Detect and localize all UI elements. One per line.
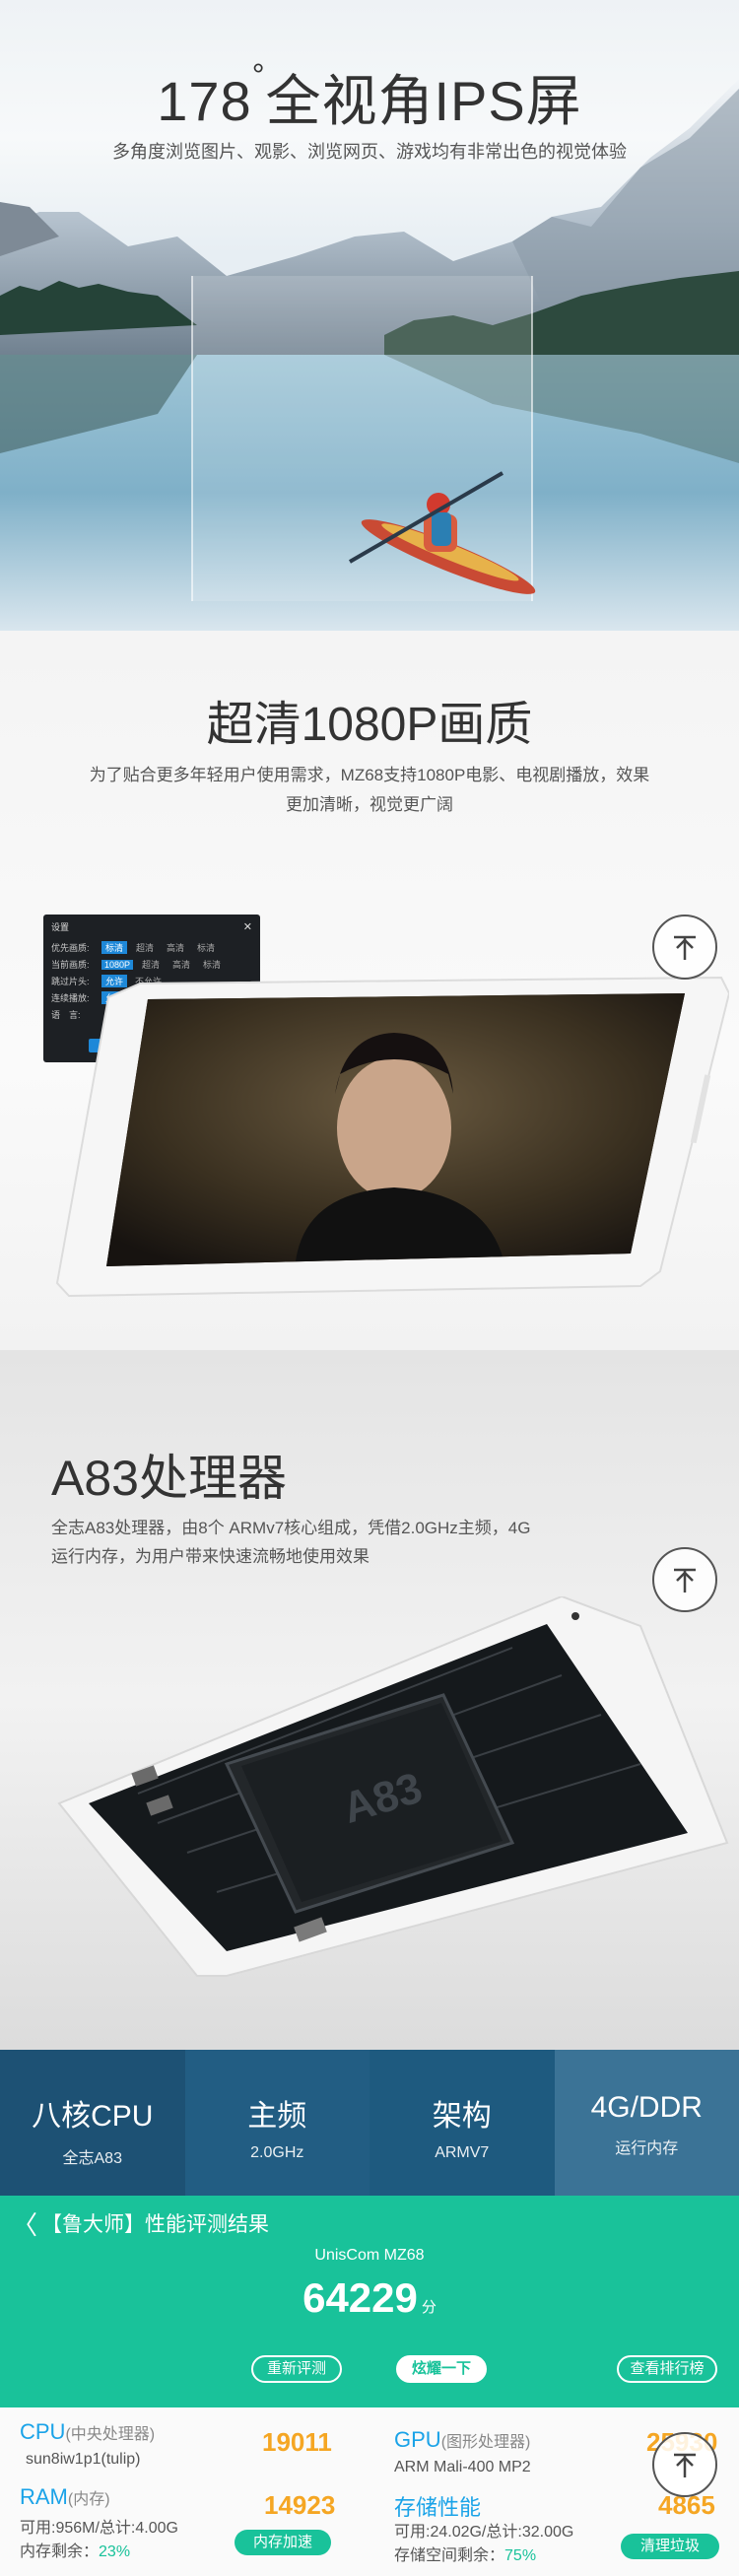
scroll-top-button[interactable] — [652, 2432, 717, 2497]
specs-bar: 八核CPU 全志A83 主频 2.0GHz 架构 ARMV7 4G/DDR 运行内存 — [0, 2050, 739, 2196]
chip-title: A83处理器 — [51, 1451, 287, 1506]
chip-subtitle: 全志A83处理器，由8个 ARMv7核心组成，凭借2.0GHz主频，4G运行内存… — [51, 1519, 531, 1566]
score-value: 64229 — [302, 2274, 418, 2321]
ips-title: 178°全视角IPS屏 — [157, 57, 582, 132]
ram-detail: 可用:956M/总计:4.00G — [20, 2520, 178, 2537]
settings-option[interactable]: 高清 — [168, 958, 194, 971]
ips-section: 178°全视角IPS屏 多角度浏览图片、观影、浏览网页、游戏均有非常出色的视觉体… — [0, 0, 739, 631]
arrow-up-icon — [674, 935, 696, 960]
hd-subtitle: 为了贴合更多年轻用户使用需求，MZ68支持1080P电影、电视剧播放，效果更加清… — [89, 766, 650, 814]
ips-subtitle: 多角度浏览图片、观影、浏览网页、游戏均有非常出色的视觉体验 — [112, 142, 627, 162]
spec-item: 架构 ARMV7 — [370, 2050, 555, 2196]
gpu-label: GPU(图形处理器) — [394, 2427, 531, 2452]
settings-row-label: 当前画质: — [51, 960, 90, 970]
retest-button[interactable]: 重新评测 — [251, 2355, 342, 2383]
spec-item: 主频 2.0GHz — [184, 2050, 370, 2196]
spec-title: 架构 — [432, 2100, 492, 2133]
spec-title: 主频 — [247, 2100, 307, 2133]
benchmark-header: 【鲁大师】性能评测结果 — [41, 2213, 269, 2236]
gpu-name: ARM Mali-400 MP2 — [394, 2459, 531, 2475]
spec-item: 4G/DDR 运行内存 — [554, 2050, 739, 2196]
tablet-video-image — [55, 976, 729, 1298]
cpu-name: sun8iw1p1(tulip) — [26, 2451, 141, 2468]
arrow-up-icon — [674, 2453, 696, 2477]
ram-label: RAM(内存) — [20, 2484, 110, 2509]
total-score: 64229 分 — [0, 2274, 739, 2322]
settings-option[interactable]: 高清 — [163, 941, 188, 954]
ram-score: 14923 — [264, 2490, 336, 2520]
settings-option[interactable]: 1080P — [101, 959, 134, 970]
spec-title: 4G/DDR — [590, 2091, 703, 2124]
device-model: UnisCom MZ68 — [314, 2247, 425, 2264]
ram-remain: 内存剩余：23% — [20, 2543, 131, 2560]
spec-value: 2.0GHz — [250, 2144, 304, 2161]
tablet-chip-image: A83 — [57, 1596, 729, 1977]
scroll-top-button[interactable] — [652, 915, 717, 980]
show-off-button[interactable]: 炫耀一下 — [396, 2355, 487, 2383]
settings-row: 优先画质: 标清 超清 高清 标清 — [51, 939, 252, 956]
storage-remain: 存储空间剩余：75% — [394, 2547, 537, 2564]
spec-title: 八核CPU — [32, 2100, 154, 2133]
clean-junk-button[interactable]: 清理垃圾 — [621, 2534, 719, 2559]
chip-section: A83处理器 全志A83处理器，由8个 ARMv7核心组成，凭借2.0GHz主频… — [0, 1350, 739, 2050]
spec-value: 运行内存 — [615, 2140, 679, 2157]
settings-option[interactable]: 标清 — [199, 958, 225, 971]
settings-option[interactable]: 标清 — [101, 941, 127, 954]
settings-option[interactable]: 超清 — [138, 958, 164, 971]
settings-option[interactable]: 标清 — [193, 941, 219, 954]
score-unit: 分 — [421, 2299, 437, 2316]
spec-value: 全志A83 — [62, 2150, 122, 2167]
benchmark-panel: 〈 【鲁大师】性能评测结果 UnisCom MZ68 64229 分 重新评测 炫… — [0, 2196, 739, 2407]
cpu-score: 19011 — [262, 2427, 332, 2457]
spec-item: 八核CPU 全志A83 — [0, 2050, 185, 2196]
storage-detail: 可用:24.02G/总计:32.00G — [394, 2524, 574, 2541]
arrow-up-icon — [674, 1568, 696, 1593]
ranking-button[interactable]: 查看排行榜 — [617, 2355, 717, 2383]
cpu-label: CPU(中央处理器) — [20, 2419, 156, 2444]
spec-value: ARMV7 — [435, 2144, 490, 2161]
hd-title: 超清1080P画质 — [206, 699, 533, 751]
scroll-top-button[interactable] — [652, 1547, 717, 1612]
benchmark-stats: CPU(中央处理器) sun8iw1p1(tulip) 19011 GPU(图形… — [0, 2407, 739, 2576]
settings-option[interactable]: 超清 — [132, 941, 158, 954]
settings-row: 当前画质: 1080P 超清 高清 标清 — [51, 956, 252, 973]
settings-row-label: 优先画质: — [51, 943, 90, 953]
settings-title: 设置 — [51, 922, 70, 932]
hd-section: 超清1080P画质 为了贴合更多年轻用户使用需求，MZ68支持1080P电影、电… — [0, 631, 739, 1350]
memory-boost-button[interactable]: 内存加速 — [235, 2530, 331, 2555]
close-icon[interactable]: ✕ — [243, 920, 252, 933]
